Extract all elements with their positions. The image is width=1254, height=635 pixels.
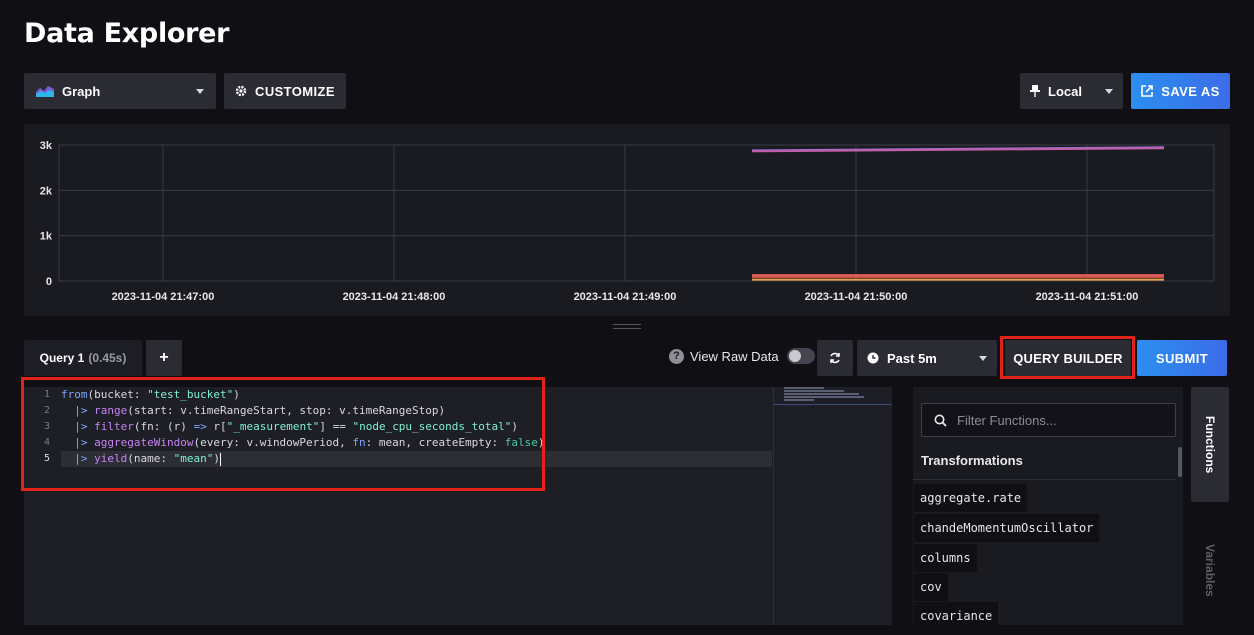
view-raw-data-toggle[interactable] [786,348,815,364]
y-tick-label: 1k [40,231,53,243]
query-tab-time: (0.45s) [88,351,127,365]
refresh-button[interactable] [817,340,853,376]
customize-button[interactable]: CUSTOMIZE [224,73,346,109]
customize-label: CUSTOMIZE [255,83,335,99]
time-range-label: Past 5m [887,350,937,366]
page-title: Data Explorer [24,18,230,49]
graph-icon [36,86,54,97]
save-as-label: SAVE AS [1161,83,1220,99]
graph-type-dropdown[interactable]: Graph [24,73,216,109]
submit-button[interactable]: SUBMIT [1137,340,1227,376]
functions-tab-label: Functions [1203,415,1217,474]
transformations-heading: Transformations [921,453,1023,468]
scrollbar[interactable] [1178,447,1182,477]
chevron-down-icon [1105,88,1113,94]
y-tick-label: 0 [46,276,52,288]
timezone-dropdown[interactable]: Local [1020,73,1123,109]
y-tick-label: 3k [40,140,53,152]
code-highlight [21,377,545,491]
functions-panel: Filter Functions... Transformations aggr… [913,387,1183,625]
chevron-down-icon [196,88,204,94]
clock-icon [867,352,879,364]
pin-icon [1030,85,1040,97]
tab-query-1[interactable]: Query 1 (0.45s) [24,340,142,376]
help-icon[interactable]: ? [669,348,684,364]
resize-handle[interactable] [613,324,641,329]
search-icon [934,414,947,427]
graph-panel: 0 1k 2k 3k 2023-11-04 21:47:00 2023-11-04 21:… [24,124,1230,316]
graph-type-label: Graph [62,83,101,99]
query-tab-label: Query 1 [39,351,85,365]
x-tick-label: 2023-11-04 21:50:00 [805,291,908,303]
view-raw-data-control: ? View Raw Data [669,348,815,364]
add-query-button[interactable]: + [146,340,182,376]
x-tick-label: 2023-11-04 21:47:00 [112,291,215,303]
function-item[interactable]: cov [914,573,948,601]
filter-functions-placeholder: Filter Functions... [957,412,1057,428]
line-chart: 0 1k 2k 3k 2023-11-04 21:47:00 2023-11-04 21:… [40,140,1215,303]
y-tick-label: 2k [40,185,53,197]
view-raw-data-label: View Raw Data [690,348,779,364]
gear-icon [235,85,247,97]
variables-tab-label: Variables [1203,543,1217,597]
x-tick-label: 2023-11-04 21:51:00 [1036,291,1139,303]
data-explorer-page: Data Explorer Graph CUSTOMIZE Local SAVE… [0,0,1254,635]
timezone-label: Local [1048,83,1082,99]
x-tick-label: 2023-11-04 21:48:00 [343,291,446,303]
function-item[interactable]: columns [914,544,977,572]
refresh-icon [830,352,840,364]
function-item[interactable]: aggregate.rate [914,484,1028,512]
plot-frame [58,144,1215,282]
function-item[interactable]: chandeMomentumOscillator [914,514,1100,542]
tab-variables[interactable]: Variables [1191,520,1229,620]
filter-functions-input[interactable]: Filter Functions... [921,403,1176,437]
export-icon [1141,85,1154,97]
time-range-dropdown[interactable]: Past 5m [857,340,997,376]
function-item[interactable]: covariance [914,602,999,625]
x-tick-label: 2023-11-04 21:49:00 [574,291,677,303]
tab-functions[interactable]: Functions [1191,387,1229,502]
save-as-button[interactable]: SAVE AS [1131,73,1230,109]
chevron-down-icon [979,355,987,361]
query-builder-highlight [1000,336,1135,379]
section-divider [913,479,1175,480]
editor-minimap[interactable] [773,387,892,625]
